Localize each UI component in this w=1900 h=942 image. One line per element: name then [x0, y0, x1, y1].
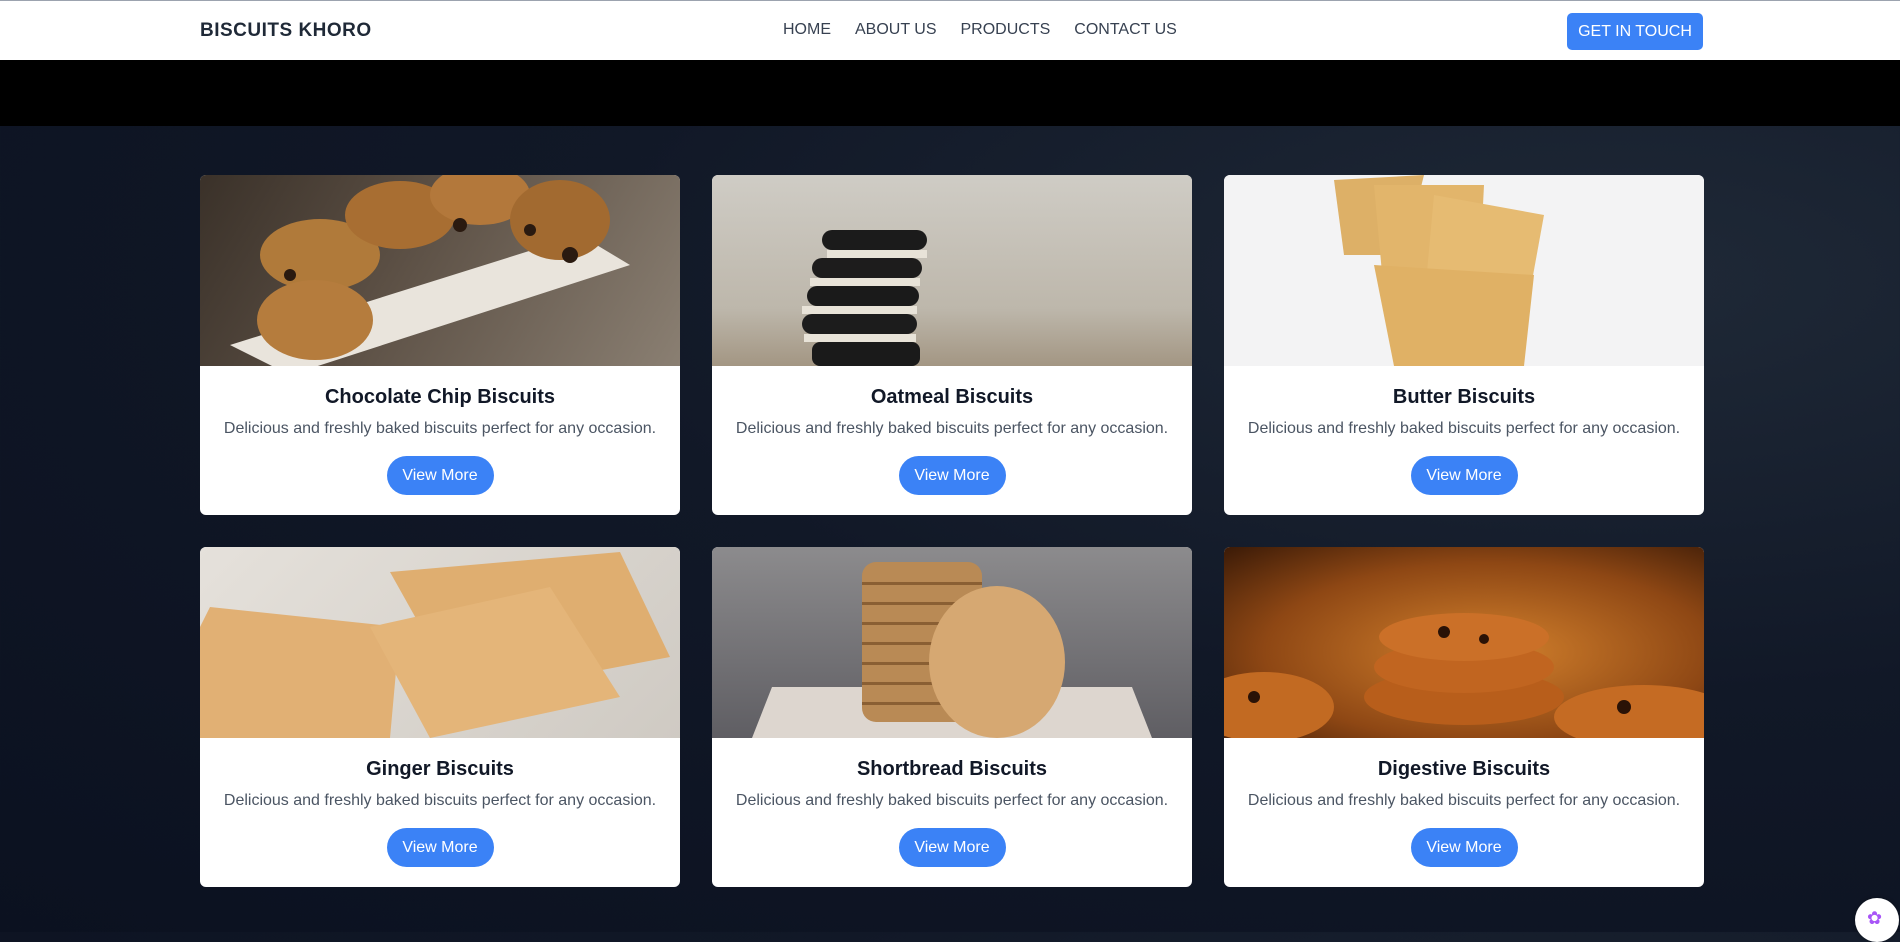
product-description: Delicious and freshly baked biscuits per…	[1247, 420, 1681, 437]
product-title: Shortbread Biscuits	[856, 758, 1048, 780]
digestive-cookies-image	[1224, 613, 1704, 738]
product-image	[200, 547, 680, 738]
hero-band	[0, 60, 1900, 126]
oatmeal-biscuits-stack-image	[802, 230, 927, 366]
butter-crackers-image	[1334, 175, 1544, 366]
nav-link-home[interactable]: HOME	[783, 21, 831, 39]
product-title: Chocolate Chip Biscuits	[324, 386, 556, 408]
product-card: Butter Biscuits Delicious and freshly ba…	[1224, 175, 1704, 515]
brand-logo[interactable]: BISCUITS KHORO	[200, 20, 372, 42]
view-more-button[interactable]: View More	[1410, 828, 1518, 867]
navbar: BISCUITS KHORO HOME ABOUT US PRODUCTS CO…	[0, 0, 1900, 60]
nav-links: HOME ABOUT US PRODUCTS CONTACT US	[783, 21, 1177, 39]
view-more-button[interactable]: View More	[898, 456, 1006, 495]
ginger-biscuits-image	[200, 552, 670, 738]
product-description: Delicious and freshly baked biscuits per…	[735, 792, 1169, 809]
product-title: Butter Biscuits	[1392, 386, 1536, 408]
product-card: Digestive Biscuits Delicious and freshly…	[1224, 547, 1704, 887]
product-title: Ginger Biscuits	[366, 758, 514, 780]
product-card: Chocolate Chip Biscuits Delicious and fr…	[200, 175, 680, 515]
chocolate-chip-cookies-image	[230, 175, 630, 366]
product-card: Shortbread Biscuits Delicious and freshl…	[712, 547, 1192, 887]
view-more-button[interactable]: View More	[898, 828, 1006, 867]
view-more-button[interactable]: View More	[386, 828, 494, 867]
product-title: Digestive Biscuits	[1377, 758, 1551, 780]
product-image	[712, 547, 1192, 738]
product-description: Delicious and freshly baked biscuits per…	[223, 420, 657, 437]
product-description: Delicious and freshly baked biscuits per…	[735, 420, 1169, 437]
view-more-button[interactable]: View More	[386, 456, 494, 495]
product-image	[712, 175, 1192, 366]
product-image	[1224, 547, 1704, 738]
shortbread-stack-image	[752, 562, 1152, 738]
product-image	[1224, 175, 1704, 366]
product-description: Delicious and freshly baked biscuits per…	[1247, 792, 1681, 809]
product-grid: Chocolate Chip Biscuits Delicious and fr…	[200, 175, 1704, 887]
assistant-button[interactable]: ✿	[1855, 898, 1899, 942]
view-more-button[interactable]: View More	[1410, 456, 1518, 495]
product-card: Oatmeal Biscuits Delicious and freshly b…	[712, 175, 1192, 515]
product-image	[200, 175, 680, 366]
product-card: Ginger Biscuits Delicious and freshly ba…	[200, 547, 680, 887]
nav-link-products[interactable]: PRODUCTS	[961, 21, 1051, 39]
product-description: Delicious and freshly baked biscuits per…	[223, 792, 657, 809]
get-in-touch-button[interactable]: GET IN TOUCH	[1567, 13, 1703, 50]
product-title: Oatmeal Biscuits	[870, 386, 1034, 408]
nav-link-about-us[interactable]: ABOUT US	[855, 21, 937, 39]
nav-link-contact-us[interactable]: CONTACT US	[1074, 21, 1177, 39]
brain-icon: ✿	[1867, 908, 1883, 928]
